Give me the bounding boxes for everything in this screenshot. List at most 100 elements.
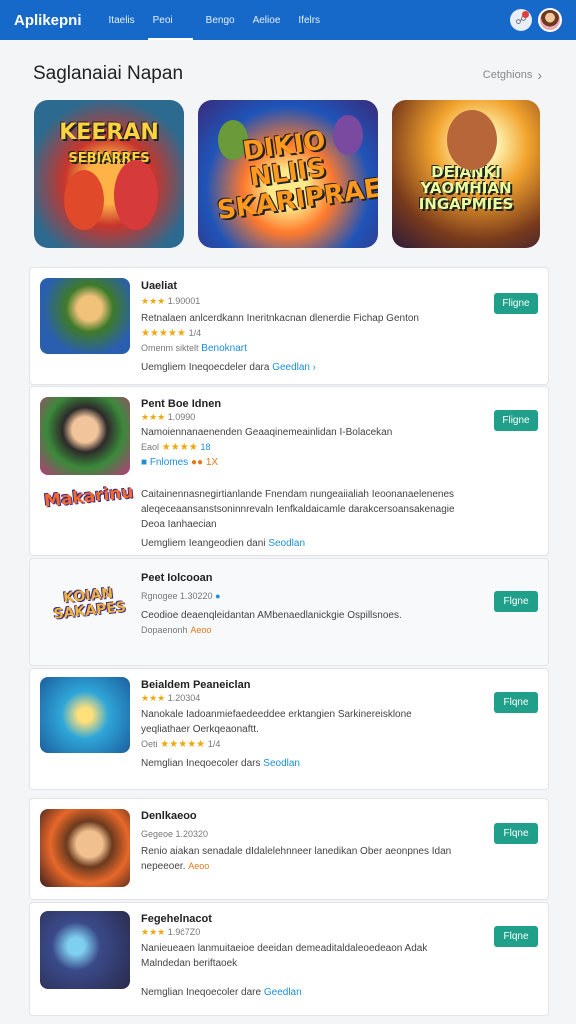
download-button[interactable]: Flqne [494, 926, 538, 947]
rating-text: 1/4 [207, 739, 221, 749]
nav-item-5[interactable]: Ifelrs [289, 0, 329, 40]
download-button[interactable]: Flgne [494, 591, 538, 612]
featured-banner-1[interactable]: KEERAN SEBIARRES [34, 100, 184, 248]
rating-stars: ★★★★★ [160, 739, 206, 750]
character-figure [64, 170, 104, 230]
notification-dot [522, 11, 529, 18]
chevron-right-icon: › [312, 362, 316, 372]
extra-description: Caitainennasnegirtianlande Fnendam nunge… [141, 489, 455, 500]
rating-stars: ★★★ [141, 412, 166, 422]
developer-link[interactable]: Benoknart [201, 343, 247, 354]
app-thumbnail [40, 911, 130, 989]
app-thumbnail [40, 809, 130, 887]
section-title: Saglanaiai Napan [33, 63, 184, 84]
app-description-cont: yeqliathaer Oerkqeaonaftt. [141, 724, 259, 735]
rating-stars: ★★★ [141, 693, 166, 703]
chevron-right-icon: › [537, 67, 542, 83]
rating-stars: ★★★★★ [141, 328, 186, 339]
app-name[interactable]: Uaeliat [141, 280, 468, 292]
footer-text: Nemglian Ineqoecoler dars [141, 758, 261, 769]
app-extra-info: Caitainennasnegirtianlande Fnendam nunge… [141, 487, 468, 551]
tag-text: 1X [205, 457, 219, 468]
app-info: Peet Iolcooan Rgnogee 1.30220 ● Ceodioe … [141, 572, 468, 638]
featured-banner-2[interactable]: DIKIO NLIIS SKARIPRAE [198, 100, 378, 248]
footer-link[interactable]: Geedlan [264, 987, 302, 998]
download-button[interactable]: Fligne [494, 410, 538, 431]
app-label-highlight: Aeoo [190, 625, 212, 635]
app-card[interactable]: Uaeliat ★★★ 1.90001 Retnalaen anlcerdkan… [29, 267, 549, 385]
main-nav: Itaelis Peoi Bengo Aelioe Ifelrs [100, 0, 330, 40]
character-figure [114, 160, 158, 230]
top-navbar: Aplikepni Itaelis Peoi Bengo Aelioe Ifel… [0, 0, 576, 40]
app-version: 1.0990 [167, 412, 196, 422]
see-more-label: Cetghions [482, 69, 533, 81]
app-label-highlight: Aeoo [188, 861, 210, 871]
footer-link[interactable]: Geedlan [272, 362, 310, 373]
app-version: 1.90001 [167, 296, 201, 306]
app-info: Uaeliat ★★★ 1.90001 Retnalaen anlcerdkan… [141, 280, 468, 375]
app-thumbnail [40, 677, 130, 753]
footer-text: Nemglian Ineqoecoler dare [141, 987, 262, 998]
app-card[interactable]: Pent Boe Idnen ★★★ 1.0990 Namoiennanaene… [29, 386, 549, 556]
app-name[interactable]: Denlkaeoo [141, 810, 468, 822]
app-description: Retnalaen anlcerdkann Ineritnkacnan dlen… [141, 313, 419, 324]
app-info: Beialdem Peaneiclan ★★★ 1.20304 Nanokale… [141, 679, 468, 771]
app-description-cont: Malndedan beriftaoek [141, 958, 238, 969]
rating-text: 1/4 [188, 328, 202, 338]
rating-stars: ★★★★ [161, 442, 198, 453]
rating-count: 18 [200, 442, 211, 452]
app-name[interactable]: Pent Boe Idnen [141, 398, 468, 410]
banner-title: DEIANKI YAOMHIAN INGAPMIES [418, 163, 514, 213]
app-description: Ceodioe deaenqleidantan AMbenaedlanickgi… [141, 610, 402, 621]
footer-link[interactable]: Seodlan [268, 538, 305, 549]
extra-description: aleqeceaansanstsoninnrevaln Ienfkaldaica… [141, 504, 455, 515]
tag-link[interactable]: ■ Fnlomes [141, 457, 188, 468]
rating-stars: ★★★ [141, 927, 166, 937]
see-more-link[interactable]: Cetghions › [483, 67, 542, 83]
rating-text: Eaol [141, 442, 160, 452]
app-description: Nanieueaen lanmuitaeioe deeidan demeadit… [141, 943, 428, 954]
app-info: Fegehelnacot ★★★ 1.9ĉ7Z0 Nanieueaen lanm… [141, 913, 468, 1000]
app-card[interactable]: Beialdem Peaneiclan ★★★ 1.20304 Nanokale… [29, 668, 549, 790]
rating-prefix: Oeti [141, 739, 158, 749]
tag-icon: ●● [190, 457, 204, 468]
extra-description: Deoa Ianhaecian [141, 519, 217, 530]
header-actions: ☍ [510, 8, 562, 32]
app-description: Nanokale Iadoanmiefaedeeddee erktangien … [141, 709, 412, 720]
rating-stars: ★★★ [141, 296, 166, 306]
featured-banner-3[interactable]: DEIANKI YAOMHIAN INGAPMIES [392, 100, 540, 248]
nav-item-2[interactable]: Peoi [144, 0, 197, 40]
download-button[interactable]: Flqne [494, 692, 538, 713]
download-button[interactable]: Flqne [494, 823, 538, 844]
verified-icon: ● [215, 591, 221, 601]
app-card[interactable]: Denlkaeoo Gegeoe 1.20320 Renio aiakan se… [29, 798, 549, 900]
nav-item-3[interactable]: Bengo [197, 0, 244, 40]
app-info: Denlkaeoo Gegeoe 1.20320 Renio aiakan se… [141, 810, 468, 874]
app-card[interactable]: Fegehelnacot ★★★ 1.9ĉ7Z0 Nanieueaen lanm… [29, 902, 549, 1016]
nav-item-4[interactable]: Aelioe [244, 0, 290, 40]
app-logo-art: Makarinu [43, 482, 135, 512]
app-version: 1.9ĉ7Z0 [167, 927, 201, 937]
app-version: 1.20304 [167, 693, 201, 703]
app-version: Rgnogee 1.30220 [141, 591, 213, 601]
footer-link[interactable]: Seodlan [263, 758, 300, 769]
character-figure [447, 110, 497, 170]
app-description: Renio aiakan senadale dIdalelehnneer lan… [141, 846, 452, 857]
notification-bell-icon[interactable]: ☍ [510, 9, 532, 31]
app-logo-art: KOIAN SAKAPES [52, 585, 127, 623]
app-logo[interactable]: Aplikepni [14, 12, 82, 29]
app-thumbnail [40, 397, 130, 475]
footer-text: Uemgliem Ieangeodien dani [141, 538, 266, 549]
app-name[interactable]: Fegehelnacot [141, 913, 468, 925]
app-name[interactable]: Beialdem Peaneiclan [141, 679, 468, 691]
footer-text: Uemgliem Ineqoecdeler dara [141, 362, 270, 373]
developer-label: Omenm siktelt [141, 343, 199, 353]
app-card[interactable]: KOIAN SAKAPES Peet Iolcooan Rgnogee 1.30… [29, 558, 549, 666]
app-name[interactable]: Peet Iolcooan [141, 572, 468, 584]
nav-item-1[interactable]: Itaelis [100, 0, 144, 40]
download-button[interactable]: Fligne [494, 293, 538, 314]
app-version: Gegeoe 1.20320 [141, 829, 209, 839]
banner-title: KEERAN SEBIARRES [59, 119, 159, 166]
user-avatar[interactable] [538, 8, 562, 32]
app-description: Namoiennanaenenden Geaaqinemeainlidan I-… [141, 427, 393, 438]
